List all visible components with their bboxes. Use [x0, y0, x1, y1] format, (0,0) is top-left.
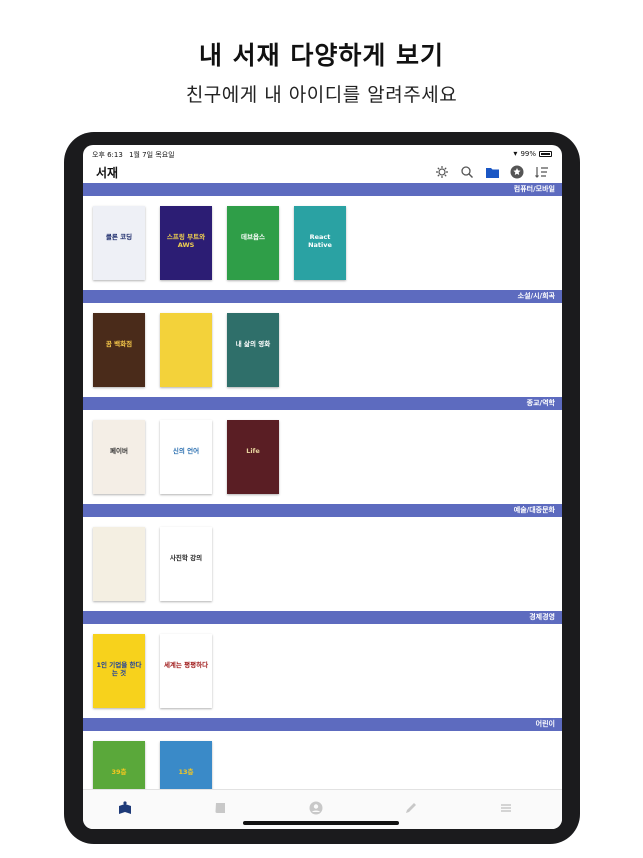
- book-cover-title: 클론 코딩: [105, 233, 133, 241]
- book-cover[interactable]: 꿈 백화점: [93, 313, 145, 387]
- battery-icon: [539, 150, 552, 157]
- book-cover[interactable]: 신의 언어: [160, 420, 212, 494]
- book-cover-title: 스프링 부트와 AWS: [166, 233, 206, 249]
- settings-gear-icon[interactable]: [434, 164, 450, 180]
- book-cover[interactable]: 사진학 강의: [160, 527, 212, 601]
- status-date: 1월 7일 목요일: [129, 151, 175, 159]
- book-row: 클론 코딩 스프링 부트와 AWS 데브옵스 React Native: [93, 206, 346, 280]
- category-header[interactable]: 종교/역학: [83, 397, 562, 410]
- tab-bookshelf[interactable]: [116, 799, 134, 817]
- star-badge-icon[interactable]: [509, 164, 525, 180]
- book-cover-title: 1인 기업을 한다는 것: [96, 661, 142, 677]
- tab-profile[interactable]: [307, 799, 325, 817]
- book-cover[interactable]: 클론 코딩: [93, 206, 145, 280]
- tab-write[interactable]: [402, 799, 420, 817]
- book-cover-title: React Native: [308, 233, 332, 249]
- category-header[interactable]: 소설/시/희곡: [83, 290, 562, 303]
- book-row: 39층 13층: [93, 741, 212, 789]
- book-row: 사진학 강의: [93, 527, 212, 601]
- book-cover-title: 꿈 백화점: [105, 340, 133, 348]
- pencil-icon: [406, 803, 416, 813]
- book-cover[interactable]: Life: [227, 420, 279, 494]
- book-cover[interactable]: 페이버: [93, 420, 145, 494]
- book-row: 페이버 신의 언어 Life: [93, 420, 279, 494]
- category-header[interactable]: 컴퓨터/모바일: [83, 183, 562, 196]
- book-cover-title: 39층: [111, 768, 127, 776]
- status-time: 오후 6:13: [92, 151, 123, 159]
- search-icon[interactable]: [459, 164, 475, 180]
- sort-list-icon[interactable]: [534, 164, 550, 180]
- book-cover[interactable]: 39층: [93, 741, 145, 789]
- book-cover-title: 사진학 강의: [169, 554, 203, 562]
- category-header[interactable]: 어린이: [83, 718, 562, 731]
- promo-subline: 친구에게 내 아이디를 알려주세요: [185, 84, 458, 106]
- book-cover[interactable]: 데브옵스: [227, 206, 279, 280]
- book-cover[interactable]: React Native: [294, 206, 346, 280]
- promo-headline: 내 서재 다양하게 보기: [198, 41, 445, 70]
- bookshelf-icon: [119, 801, 131, 814]
- book-cover-title: 페이버: [110, 447, 128, 455]
- home-indicator: [243, 821, 399, 825]
- book-cover[interactable]: 1인 기업을 한다는 것: [93, 634, 145, 708]
- book-cover[interactable]: [93, 527, 145, 601]
- status-bar: 오후 6:13 1월 7일 목요일 ▾ 99%: [83, 145, 562, 161]
- app-screen: 오후 6:13 1월 7일 목요일 ▾ 99% 서재 컴퓨터/모바일 클론 코딩…: [83, 145, 562, 829]
- battery-percent: 99%: [520, 149, 536, 158]
- book-row: 1인 기업을 한다는 것 세계는 평평하다: [93, 634, 212, 708]
- tab-book[interactable]: [211, 799, 229, 817]
- book-row: 꿈 백화점 내 삶의 영화: [93, 313, 279, 387]
- bookshelf-list[interactable]: 컴퓨터/모바일클론 코딩 스프링 부트와 AWS 데브옵스 React Native 소…: [83, 183, 562, 789]
- profile-icon: [309, 801, 323, 815]
- book-icon: [215, 803, 225, 813]
- book-cover[interactable]: 13층: [160, 741, 212, 789]
- wifi-icon: ▾: [513, 149, 518, 158]
- page-title: 서재: [96, 166, 119, 180]
- book-cover[interactable]: 세계는 평평하다: [160, 634, 212, 708]
- book-cover[interactable]: 스프링 부트와 AWS: [160, 206, 212, 280]
- book-cover-title: 신의 언어: [172, 447, 200, 455]
- tab-menu[interactable]: [497, 799, 515, 817]
- book-cover-title: Life: [246, 447, 260, 455]
- book-cover-title: 13층: [178, 768, 194, 776]
- book-cover-title: 내 삶의 영화: [235, 340, 271, 348]
- nav-bar: 서재: [83, 161, 562, 183]
- menu-icon: [501, 804, 511, 812]
- book-cover[interactable]: 내 삶의 영화: [227, 313, 279, 387]
- book-cover-title: 데브옵스: [241, 233, 265, 241]
- folder-icon[interactable]: [484, 164, 500, 180]
- category-header[interactable]: 예술/대중문화: [83, 504, 562, 517]
- book-cover-title: 세계는 평평하다: [163, 661, 209, 669]
- category-header[interactable]: 경제경영: [83, 611, 562, 624]
- book-cover[interactable]: [160, 313, 212, 387]
